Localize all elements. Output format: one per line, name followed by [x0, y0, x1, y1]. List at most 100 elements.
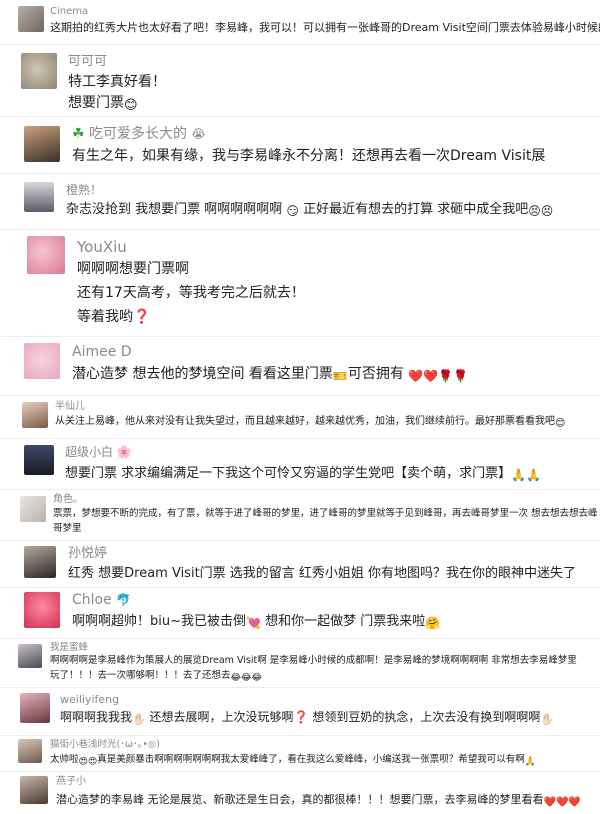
avatar[interactable]: [20, 776, 48, 804]
comment-card: 超级小白 🌸 想要门票 求求编编满足一下我这个可怜又穷逼的学生党吧【卖个萌，求门…: [0, 439, 600, 489]
comment-line: 想和你一起做梦 门票我来啦: [265, 614, 426, 629]
commenter-name[interactable]: 燕子小: [56, 776, 86, 788]
comment-line: 还想去展啊，上次没玩够啊: [149, 710, 294, 724]
commenter-name[interactable]: 超级小白 🌸: [65, 445, 132, 459]
avatar[interactable]: [24, 445, 54, 475]
commenter-name[interactable]: 橙熟！: [66, 183, 102, 197]
avatar[interactable]: [20, 496, 46, 522]
comment-text: 玩了！！！去一次哪够啊！！！去了还想去😂😂😂: [50, 670, 262, 684]
commenter-name-text: Aimee D: [72, 344, 132, 360]
commenter-name[interactable]: Cinema: [50, 6, 88, 18]
comment-line: 太帅啦: [50, 754, 79, 765]
comment-line: 这期拍的红秀大片也太好看了吧！李易峰，我可以！可以拥有一张峰哥的Dream Vi…: [50, 21, 600, 34]
comment-card: 角色。 票票，梦想要不断的完成，有了票，就等于进了峰哥的梦里，进了峰哥的梦里就等…: [0, 490, 600, 540]
commenter-name[interactable]: 孙悦婷: [68, 546, 107, 562]
smile-emoji-icon: 😊: [555, 418, 566, 429]
comment-card: 我是蜜蜂 啊啊啊啊是李易峰作为策展人的展览Dream Visit啊 是李易峰小时…: [0, 639, 600, 687]
hand-emoji-icon: ✋🏻: [540, 713, 555, 726]
dolphin-icon: 🐬: [116, 593, 132, 607]
comment-text: 这期拍的红秀大片也太好看了吧！李易峰，我可以！可以拥有一张峰哥的Dream Vi…: [50, 21, 600, 38]
emoji-icon: 😭: [191, 127, 206, 141]
comment-card: 猫街小巷浅时光(･ω･｡•◎) 太帅啦😍😍真是美颜暴击啊啊啊啊啊啊啊我太爱峰峰了…: [0, 736, 600, 771]
avatar[interactable]: [24, 126, 60, 162]
commenter-name[interactable]: ☘ 吃可爱多长大的 😭: [72, 126, 206, 143]
flower-icon: 🌸: [116, 445, 132, 459]
comment-line: 正好最近有想去的打算 求砸中成全我吧: [303, 202, 529, 217]
comment-line: 啊啊啊啊是李易峰作为策展人的展览Dream Visit啊 是李易峰小时候的成都啊…: [50, 655, 577, 666]
comment-card: 半仙儿 从关注上易峰，他从来对没有让我失望过，而且越来越好，越来越优秀，加油，我…: [0, 396, 600, 438]
avatar[interactable]: [24, 592, 60, 628]
comment-line: 潜心造梦的李易峰 无论是展览、新歌还是生日会，真的都很棒！！！想要门票，去李易峰…: [56, 793, 544, 806]
avatar[interactable]: [24, 546, 56, 578]
clover-icon: ☘: [72, 126, 85, 142]
comment-line: 啊啊啊超帅！biu~我已被击倒: [72, 614, 246, 629]
comment-line: 啊啊啊我我我: [60, 710, 133, 724]
avatar[interactable]: [27, 236, 65, 274]
comment-text: 想要门票😊: [68, 95, 138, 114]
comment-line: 还有17天高考，等我考完之后就去！: [77, 285, 305, 301]
avatar[interactable]: [22, 402, 48, 428]
comment-card: Chloe 🐬 啊啊啊超帅！biu~我已被击倒💘 想和你一起做梦 门票我来啦🤗: [0, 588, 600, 638]
commenter-name-text: Chloe: [72, 592, 112, 608]
comment-text: 等着我哟❓: [77, 309, 150, 327]
commenter-name[interactable]: YouXiu: [77, 238, 127, 256]
ticket-icon: 🎫: [332, 369, 348, 383]
exclamation-icon: ❓: [133, 309, 151, 325]
emoji-icon: 😣😣: [528, 204, 554, 218]
comment-line: 等着我哟: [77, 309, 133, 325]
emoji-icon: 🤗: [425, 616, 441, 630]
avatar[interactable]: [20, 693, 50, 723]
heart-rose-icon: ❤️❤️🌹🌹: [408, 369, 469, 383]
comment-line: 哥梦里: [53, 523, 82, 534]
comment-text: 太帅啦😍😍真是美颜暴击啊啊啊啊啊啊啊我太爱峰峰了，看在我这么爱峰峰，小编送我一张…: [50, 754, 536, 768]
heart-icon: 💘: [246, 616, 261, 630]
comment-line: 想要门票: [68, 95, 124, 111]
comment-line: 真是美颜暴击啊啊啊啊啊啊啊我太爱峰峰了，看在我这么爱峰峰，小编送我一张票呗？希望…: [97, 754, 525, 765]
comment-text: 啊啊啊我我我✋🏻 还想去展啊，上次没玩够啊❓ 想领到豆奶的执念，上次去没有换到啊…: [60, 710, 554, 727]
comment-line: 有生之年，如果有缘，我与李易峰永不分离！还想再去看一次Dream Visit展: [72, 148, 546, 164]
comment-feed: Cinema 这期拍的红秀大片也太好看了吧！李易峰，我可以！可以拥有一张峰哥的D…: [0, 0, 600, 814]
question-icon: ❓: [293, 710, 309, 724]
comment-card: Aimee D 潜心造梦 想去他的梦境空间 看看这里门票🎫可否拥有 ❤️❤️🌹🌹: [0, 337, 600, 395]
commenter-name[interactable]: weiliyifeng: [60, 693, 119, 706]
comment-text: 杂志没抢到 我想要门票 啊啊啊啊啊啊 😏 正好最近有想去的打算 求砸中成全我吧😣…: [66, 202, 553, 219]
comment-text: 从关注上易峰，他从来对没有让我失望过，而且越来越好，越来越优秀，加油，我们继续前…: [55, 416, 565, 431]
avatar[interactable]: [18, 644, 42, 668]
comment-text: 潜心造梦 想去他的梦境空间 看看这里门票🎫可否拥有 ❤️❤️🌹🌹: [72, 366, 468, 384]
comment-card: 可可可 特工李真好看！ 想要门票😊: [0, 45, 600, 116]
commenter-name[interactable]: Chloe 🐬: [72, 592, 131, 609]
comment-card: 橙熟！ 杂志没抢到 我想要门票 啊啊啊啊啊啊 😏 正好最近有想去的打算 求砸中成…: [0, 174, 600, 229]
comment-card: weiliyifeng 啊啊啊我我我✋🏻 还想去展啊，上次没玩够啊❓ 想领到豆奶…: [0, 688, 600, 735]
comment-text: 潜心造梦的李易峰 无论是展览、新歌还是生日会，真的都很棒！！！想要门票，去李易峰…: [56, 793, 581, 810]
comment-card: ☘ 吃可爱多长大的 😭 有生之年，如果有缘，我与李易峰永不分离！还想再去看一次D…: [0, 117, 600, 173]
smile-emoji-icon: 😊: [124, 98, 138, 113]
comment-line: 票票，梦想要不断的完成，有了票，就等于进了峰哥的梦里，进了峰哥的梦里就等于见到峰…: [53, 508, 598, 519]
avatar[interactable]: [18, 6, 44, 32]
commenter-name[interactable]: Aimee D: [72, 344, 132, 361]
comment-line: 玩了！！！去一次哪够啊！！！去了还想去: [50, 670, 231, 681]
avatar[interactable]: [18, 739, 42, 763]
commenter-name[interactable]: 猫街小巷浅时光(･ω･｡•◎): [50, 739, 160, 750]
comment-line: 想领到豆奶的执念，上次去没有换到啊啊啊: [312, 710, 541, 724]
comment-line: 可否拥有: [347, 366, 404, 382]
hand-emoji-icon: ✋🏻: [132, 713, 146, 726]
pray-emoji-icon: 🙏: [524, 757, 537, 767]
avatar[interactable]: [24, 343, 60, 379]
commenter-name[interactable]: 角色。: [53, 494, 83, 506]
commenter-name[interactable]: 我是蜜蜂: [50, 642, 88, 653]
laugh-emoji-icon: 😂😂😂: [230, 673, 263, 683]
comment-line: 红秀 想要Dream Visit门票 选我的留言 红秀小姐姐 你有地图吗？我在你…: [68, 566, 577, 581]
comment-text: 想要门票 求求编编满足一下我这个可怜又穷逼的学生党吧【卖个萌，求门票】🙏🙏: [65, 466, 541, 483]
comment-line: 想要门票 求求编编满足一下我这个可怜又穷逼的学生党吧【卖个萌，求门票】: [65, 466, 512, 481]
commenter-name[interactable]: 半仙儿: [55, 401, 85, 413]
heart-icon: ❤️❤️❤️: [543, 797, 581, 808]
commenter-name[interactable]: 可可可: [68, 54, 107, 70]
commenter-name-text: 吃可爱多长大的: [89, 126, 188, 142]
avatar[interactable]: [21, 53, 57, 89]
comment-line: 杂志没抢到 我想要门票 啊啊啊啊啊啊: [66, 202, 283, 217]
comment-line: 啊啊啊想要门票啊: [77, 261, 189, 277]
comment-text: 啊啊啊超帅！biu~我已被击倒💘 想和你一起做梦 门票我来啦🤗: [72, 614, 440, 631]
commenter-name-text: 超级小白: [65, 445, 114, 459]
smirk-emoji-icon: 😏: [286, 204, 299, 218]
avatar[interactable]: [24, 182, 54, 212]
